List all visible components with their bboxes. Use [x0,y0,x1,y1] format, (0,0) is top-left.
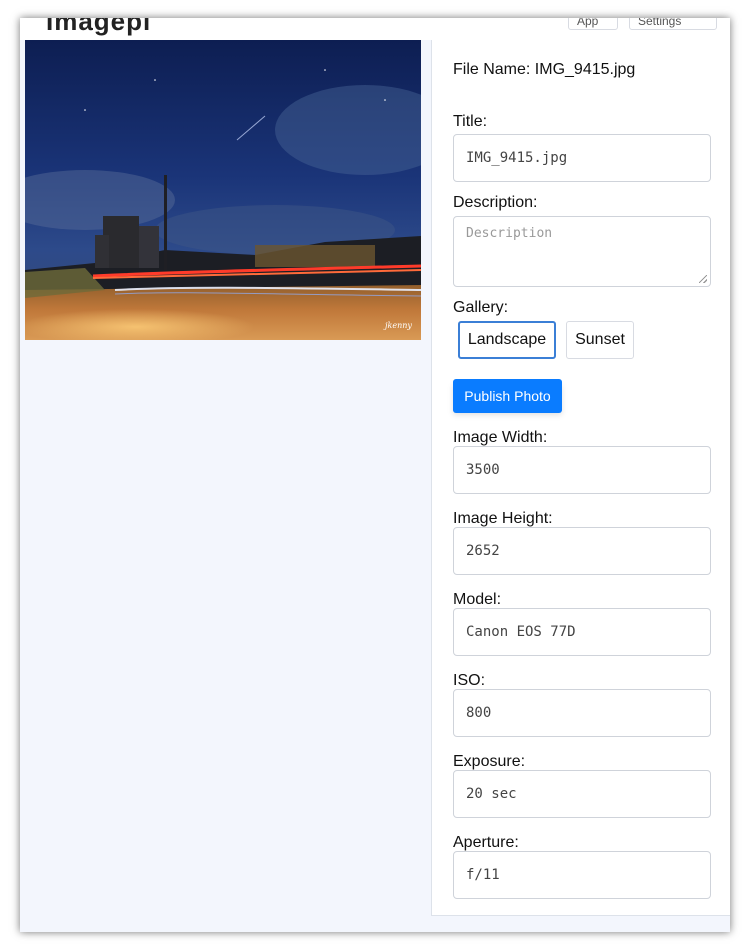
image-height-input[interactable]: 2652 [453,527,711,575]
app-window: Imagepi App Settings jkenny File Name: I… [20,18,730,932]
model-label: Model: [453,591,502,608]
aperture-input[interactable]: f/11 [453,851,711,899]
iso-label: ISO: [453,672,486,689]
top-nav-button-1[interactable]: App [568,18,618,30]
gallery-chip-landscape[interactable]: Landscape [458,321,556,359]
aperture-label: Aperture: [453,834,519,851]
resize-grip-icon[interactable] [699,275,707,283]
app-title: Imagepi [46,18,152,36]
gallery-label: Gallery: [453,299,509,316]
photo-watermark: jkenny [383,321,412,330]
photo-preview: jkenny [25,40,421,340]
image-width-label: Image Width: [453,429,548,446]
top-bar: Imagepi App Settings [20,18,730,40]
model-input[interactable]: Canon EOS 77D [453,608,711,656]
photo-details-panel: File Name: IMG_9415.jpg Title: IMG_9415.… [431,40,730,916]
publish-photo-button[interactable]: Publish Photo [453,379,562,413]
top-nav-button-2[interactable]: Settings [629,18,717,30]
exposure-input[interactable]: 20 sec [453,770,711,818]
exposure-label: Exposure: [453,753,526,770]
title-label: Title: [453,113,488,130]
iso-input[interactable]: 800 [453,689,711,737]
gallery-chip-sunset[interactable]: Sunset [566,321,634,359]
description-placeholder: Description [466,226,553,241]
photo-image: jkenny [25,40,421,340]
image-width-input[interactable]: 3500 [453,446,711,494]
description-textarea[interactable]: Description [453,216,711,287]
file-name-label: File Name: IMG_9415.jpg [453,61,636,78]
description-label: Description: [453,194,538,211]
image-height-label: Image Height: [453,510,553,527]
title-input[interactable]: IMG_9415.jpg [453,134,711,182]
